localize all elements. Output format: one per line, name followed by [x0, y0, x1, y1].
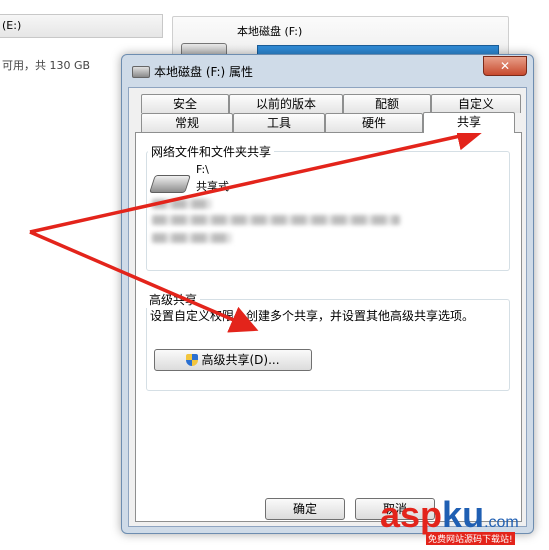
- watermark-logo: aspku.com: [380, 494, 519, 535]
- sharing-panel: 网络文件和文件夹共享 F:\ 共享式 高级共享 设置自定义权限，创建多个共享，并…: [135, 132, 522, 522]
- tab-customize[interactable]: 自定义: [431, 94, 521, 113]
- tab-quota[interactable]: 配额: [343, 94, 431, 113]
- drive-e-label: (E:): [2, 19, 22, 32]
- tab-previous-versions[interactable]: 以前的版本: [229, 94, 343, 113]
- share-button-blurred: [152, 233, 232, 243]
- advanced-sharing-button-label: 高级共享(D)...: [201, 353, 280, 367]
- site-watermark: aspku.com 免费网站源码下载站!: [380, 494, 540, 545]
- hard-drive-icon: [132, 66, 150, 78]
- advanced-sharing-description: 设置自定义权限，创建多个共享，并设置其他高级共享选项。: [150, 309, 475, 323]
- drive-e-name-bar: (E:): [0, 14, 163, 38]
- properties-dialog: 本地磁盘 (F:) 属性 ✕ 安全 以前的版本 配额 自定义 常规 工具 硬件 …: [121, 54, 534, 534]
- network-path-blurred: [152, 215, 400, 225]
- dialog-body: 安全 以前的版本 配额 自定义 常规 工具 硬件 共享 网络文件和文件夹共享 F…: [128, 87, 527, 527]
- advanced-sharing-title: 高级共享: [146, 291, 201, 308]
- tab-sharing[interactable]: 共享: [423, 112, 515, 133]
- close-button[interactable]: ✕: [483, 56, 527, 76]
- dialog-title: 本地磁盘 (F:) 属性: [154, 65, 254, 79]
- network-sharing-title: 网络文件和文件夹共享: [148, 143, 275, 160]
- tab-general[interactable]: 常规: [141, 113, 233, 132]
- shared-drive-icon: [149, 175, 191, 193]
- tab-security[interactable]: 安全: [141, 94, 229, 113]
- watermark-tagline: 免费网站源码下载站!: [426, 532, 515, 545]
- network-path-blurred: [152, 199, 212, 209]
- drive-f-label: 本地磁盘 (F:): [237, 25, 303, 38]
- tab-tools[interactable]: 工具: [233, 113, 325, 132]
- uac-shield-icon: [186, 354, 199, 366]
- tab-hardware[interactable]: 硬件: [325, 113, 423, 132]
- share-path: F:\: [196, 163, 209, 176]
- share-status: 共享式: [196, 180, 229, 193]
- drive-e-free-space: 可用，共 130 GB: [2, 59, 91, 72]
- dialog-titlebar[interactable]: 本地磁盘 (F:) 属性 ✕: [122, 55, 533, 85]
- ok-button[interactable]: 确定: [265, 498, 345, 520]
- advanced-sharing-button[interactable]: 高级共享(D)...: [154, 349, 312, 371]
